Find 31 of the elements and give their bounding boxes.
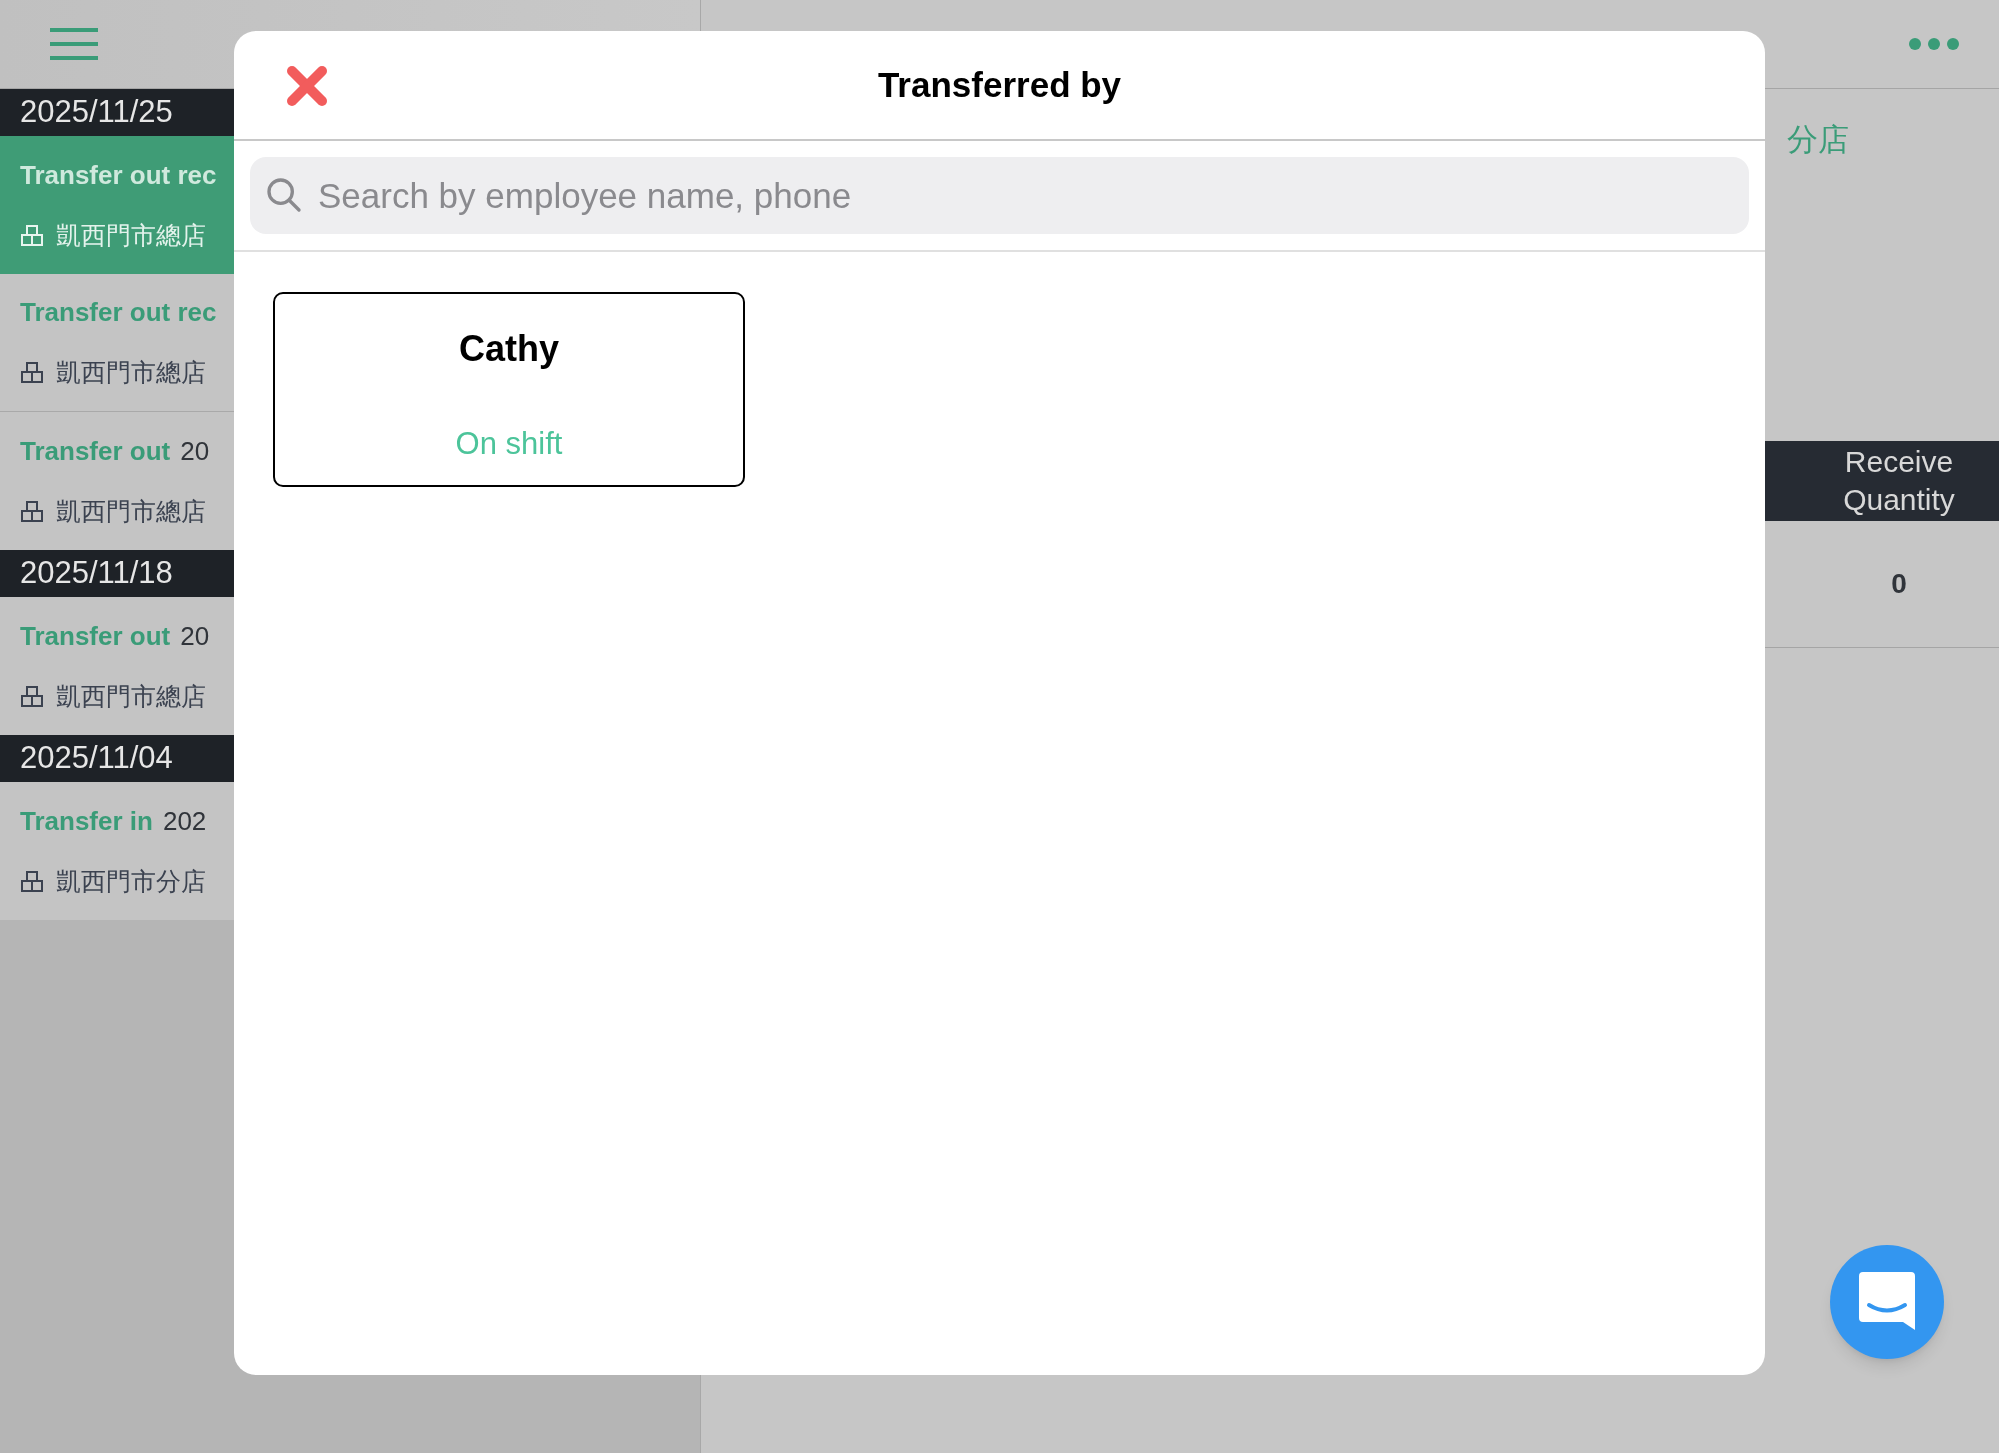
boxes-icon	[20, 361, 44, 385]
store-name: 凱西門市總店	[56, 495, 206, 527]
transfer-number: 20	[180, 434, 210, 468]
transfer-type: Transfer out rec	[20, 158, 217, 192]
shift-status: On shift	[455, 424, 563, 463]
store-name: 分店	[1787, 121, 1849, 159]
transfer-type: Transfer out	[20, 619, 171, 653]
menu-icon[interactable]	[50, 27, 98, 61]
boxes-icon	[20, 684, 44, 709]
store-name: 凱西門市總店	[56, 357, 206, 389]
search-icon	[264, 175, 304, 215]
chat-icon	[1859, 1272, 1915, 1332]
transfer-type: Transfer out rec	[20, 296, 217, 330]
store-name: 凱西門市分店	[56, 865, 206, 897]
transfer-type: Transfer in	[20, 804, 153, 838]
dialog-title: Transferred by	[877, 63, 1122, 106]
employee-name: Cathy	[459, 327, 559, 371]
close-button[interactable]	[284, 63, 330, 109]
more-icon[interactable]	[1909, 38, 1959, 50]
transfer-number: 20	[180, 619, 210, 653]
boxes-icon	[20, 223, 44, 248]
table-cell-text: 0	[1891, 567, 1907, 601]
transfer-type: Transfer out	[20, 434, 171, 468]
boxes-icon	[20, 869, 44, 894]
transfer-number: 202	[162, 804, 207, 838]
column-header: Receive Quantity	[1842, 444, 1956, 518]
search-field[interactable]: Search by employee name, phone	[250, 157, 1749, 234]
store-name: 凱西門市總店	[56, 680, 206, 712]
employee-card[interactable]: Cathy On shift	[273, 292, 745, 487]
store-name: 凱西門市總店	[56, 219, 206, 251]
boxes-icon	[20, 499, 44, 524]
